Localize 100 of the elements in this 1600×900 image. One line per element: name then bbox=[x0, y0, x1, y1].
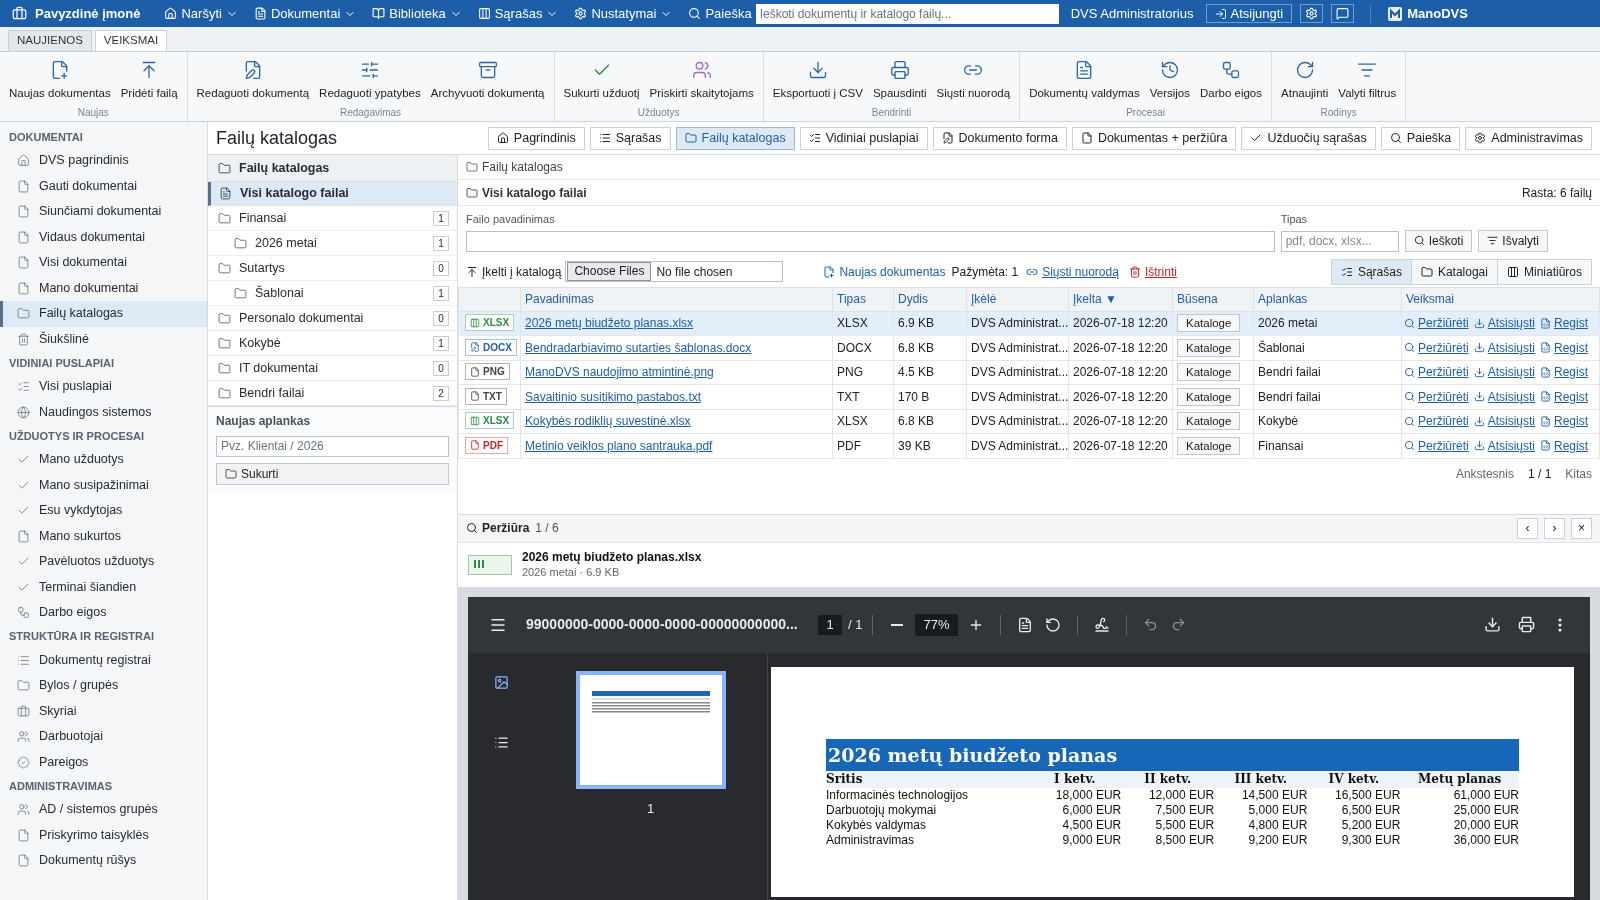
folder-item[interactable]: Personalo dokumentai 0 bbox=[208, 306, 457, 331]
column-header[interactable]: Tipas bbox=[832, 287, 894, 311]
folder-item[interactable]: Šablonai 1 bbox=[208, 281, 457, 306]
action-link[interactable]: Atsisiųsti bbox=[1473, 387, 1536, 406]
sidebar-item[interactable]: Priskyrimo taisyklės bbox=[0, 822, 207, 848]
create-button[interactable]: Sukurti bbox=[216, 463, 449, 485]
sidebar-item[interactable]: Darbo eigos bbox=[0, 600, 207, 626]
ribbon-button[interactable]: Naujas dokumentas bbox=[4, 60, 116, 103]
sidebar-item[interactable]: Visi dokumentai bbox=[0, 250, 207, 276]
ribbon-button[interactable]: Dokumentų valdymas bbox=[1024, 60, 1145, 103]
folder-item[interactable]: Kokybė 1 bbox=[208, 331, 457, 356]
ribbon-button[interactable]: Valyti filtrus bbox=[1333, 60, 1402, 103]
sidebar-item[interactable]: Siunčiami dokumentai bbox=[0, 199, 207, 225]
column-header[interactable]: Pavadinimas bbox=[520, 287, 833, 311]
view-tab[interactable]: Vidiniai puslapiai bbox=[799, 126, 928, 150]
sidebar-item[interactable]: Terminai šiandien bbox=[0, 574, 207, 600]
ribbon-button[interactable]: Darbo eigos bbox=[1195, 60, 1267, 103]
send-link[interactable]: Siųsti nuorodą bbox=[1042, 262, 1119, 281]
choose-files-button[interactable]: Choose Files bbox=[567, 262, 652, 281]
action-link[interactable]: Peržiūrėti bbox=[1404, 387, 1469, 406]
logout-button[interactable]: Atsijungti bbox=[1205, 4, 1293, 23]
sidebar-item[interactable]: Dokumentų rūšys bbox=[0, 848, 207, 874]
view-tab[interactable]: Paieška bbox=[1380, 126, 1461, 150]
ribbon-button[interactable]: Redaguoti ypatybes bbox=[314, 60, 426, 103]
ribbon-button[interactable]: Siųsti nuorodą bbox=[931, 60, 1016, 103]
page-field[interactable]: 1 bbox=[818, 614, 842, 635]
sidebar-item[interactable]: Naudingos sistemos bbox=[0, 399, 207, 425]
ribbon-button[interactable]: Sukurti užduotį bbox=[558, 60, 645, 103]
settings-button[interactable] bbox=[1300, 4, 1324, 23]
sidebar-item[interactable]: Mano sukurtos bbox=[0, 523, 207, 549]
view-tab[interactable]: Failų katalogas bbox=[675, 126, 795, 150]
menu-button[interactable]: Biblioteka bbox=[372, 3, 462, 24]
view-tab[interactable]: Užduočių sąrašas bbox=[1241, 126, 1376, 150]
action-link[interactable]: Regist bbox=[1540, 314, 1589, 333]
view-tab[interactable]: Administravimas bbox=[1465, 126, 1592, 150]
sidebar-item[interactable]: Mano užduotys bbox=[0, 447, 207, 473]
action-link[interactable]: Peržiūrėti bbox=[1404, 338, 1469, 357]
brand-logo[interactable]: ManoDVS bbox=[1387, 3, 1468, 24]
action-link[interactable]: Regist bbox=[1540, 436, 1589, 455]
search-button[interactable]: Ieškoti bbox=[1404, 229, 1473, 252]
view-tab[interactable]: Sąrašas bbox=[589, 126, 671, 150]
column-header[interactable]: Įkėlė bbox=[966, 287, 1069, 311]
sidebar-item[interactable]: Esu vykdytojas bbox=[0, 498, 207, 524]
folder-item[interactable]: Sutartys 0 bbox=[208, 256, 457, 281]
folder-item[interactable]: 2026 metai 1 bbox=[208, 231, 457, 256]
chat-button[interactable] bbox=[1331, 4, 1355, 23]
ribbon-button[interactable]: Pridėti failą bbox=[115, 60, 183, 103]
sidebar-item[interactable]: Pareigos bbox=[0, 749, 207, 775]
view-tab[interactable]: Dokumentas + peržiūra bbox=[1071, 126, 1237, 150]
ribbon-button[interactable]: Archyvuoti dokumentą bbox=[425, 60, 550, 103]
ribbon-button[interactable]: Spausdinti bbox=[867, 60, 932, 103]
sidebar-item[interactable]: Šiukšlinė bbox=[0, 326, 207, 352]
previous-button[interactable]: ‹ bbox=[1517, 517, 1538, 539]
next-button[interactable]: › bbox=[1544, 517, 1565, 539]
ribbon-button[interactable]: Atnaujinti bbox=[1276, 60, 1334, 103]
table-row[interactable]: DOCX Bendradarbiavimo sutarties šablonas.docx DOCX 6.8 KB DVS Administrat... 2026-07-18 12:20 Kataloge Šablonai Peržiūrėti Atsisiųsti Regist bbox=[458, 335, 1600, 360]
sidebar-item[interactable]: Mano susipažinimai bbox=[0, 472, 207, 498]
next-link[interactable]: Kitas bbox=[1565, 464, 1592, 483]
folder-item[interactable]: Finansai 1 bbox=[208, 206, 457, 231]
action-link[interactable]: Peržiūrėti bbox=[1404, 436, 1469, 455]
action-link[interactable]: Peržiūrėti bbox=[1404, 412, 1469, 431]
sidebar-item[interactable]: AD / sistemos grupės bbox=[0, 797, 207, 823]
new-document-link[interactable]: Naujas dokumentas bbox=[839, 262, 946, 281]
sidebar-item[interactable]: Visi puslapiai bbox=[0, 374, 207, 400]
menu-button[interactable]: Nustatymai bbox=[574, 3, 673, 24]
table-row[interactable]: TXT Savaitinio susitikimo pastabos.txt TXT 170 B DVS Administrat... 2026-07-18 12:20 Kataloge Bendri failai Peržiūrėti Atsisiųsti Regist bbox=[458, 384, 1600, 409]
ribbon-button[interactable]: Versijos bbox=[1144, 60, 1195, 103]
action-link[interactable]: Regist bbox=[1540, 412, 1589, 431]
column-header[interactable]: Aplankas bbox=[1253, 287, 1402, 311]
column-header[interactable]: Dydis bbox=[893, 287, 967, 311]
folder-name-field[interactable]: Pvz. Klientai / 2026 bbox=[216, 435, 449, 457]
action-link[interactable]: Atsisiųsti bbox=[1473, 363, 1536, 382]
action-link[interactable]: Regist bbox=[1540, 387, 1589, 406]
view-mode-button[interactable]: Katalogai bbox=[1410, 259, 1497, 284]
view-mode-button[interactable]: Sąrašas bbox=[1331, 259, 1411, 284]
close-button[interactable]: × bbox=[1571, 517, 1592, 539]
ribbon-tab[interactable]: NAUJIENOS bbox=[8, 30, 92, 51]
sidebar-item[interactable]: Gauti dokumentai bbox=[0, 173, 207, 199]
action-link[interactable]: Regist bbox=[1540, 338, 1589, 357]
action-link[interactable]: Regist bbox=[1540, 363, 1589, 382]
delete-link[interactable]: Ištrinti bbox=[1144, 262, 1177, 281]
menu-button[interactable]: Naršyti bbox=[164, 3, 238, 24]
previous-link[interactable]: Ankstesnis bbox=[1455, 464, 1514, 483]
sidebar-item[interactable]: Mano dokumentai bbox=[0, 275, 207, 301]
action-link[interactable]: Atsisiųsti bbox=[1473, 314, 1536, 333]
file-input[interactable]: Choose Files No file chosen bbox=[565, 261, 784, 282]
search-field[interactable]: Ieškoti dokumentų ir katalogo failų... bbox=[755, 3, 1059, 24]
action-link[interactable]: Atsisiųsti bbox=[1473, 436, 1536, 455]
page-thumbnail[interactable] bbox=[575, 670, 726, 789]
ribbon-button[interactable]: Priskirti skaitytojams bbox=[644, 60, 759, 103]
column-header[interactable]: Įkelta ▼ bbox=[1068, 287, 1173, 311]
action-link[interactable]: Peržiūrėti bbox=[1404, 314, 1469, 333]
action-link[interactable]: Peržiūrėti bbox=[1404, 363, 1469, 382]
sidebar-item[interactable]: Darbuotojai bbox=[0, 724, 207, 750]
sidebar-item[interactable]: Skyriai bbox=[0, 698, 207, 724]
menu-button[interactable]: Dokumentai bbox=[253, 3, 357, 24]
table-row[interactable]: PDF Metinio veiklos plano santrauka.pdf PDF 39 KB DVS Administrat... 2026-07-18 12:20 Kataloge Finansai Peržiūrėti Atsisiųsti Regist bbox=[458, 433, 1600, 458]
clear-button[interactable]: Išvalyti bbox=[1478, 229, 1548, 252]
view-mode-button[interactable]: Miniatiūros bbox=[1496, 259, 1591, 284]
ribbon-button[interactable]: Eksportuoti į CSV bbox=[767, 60, 868, 103]
